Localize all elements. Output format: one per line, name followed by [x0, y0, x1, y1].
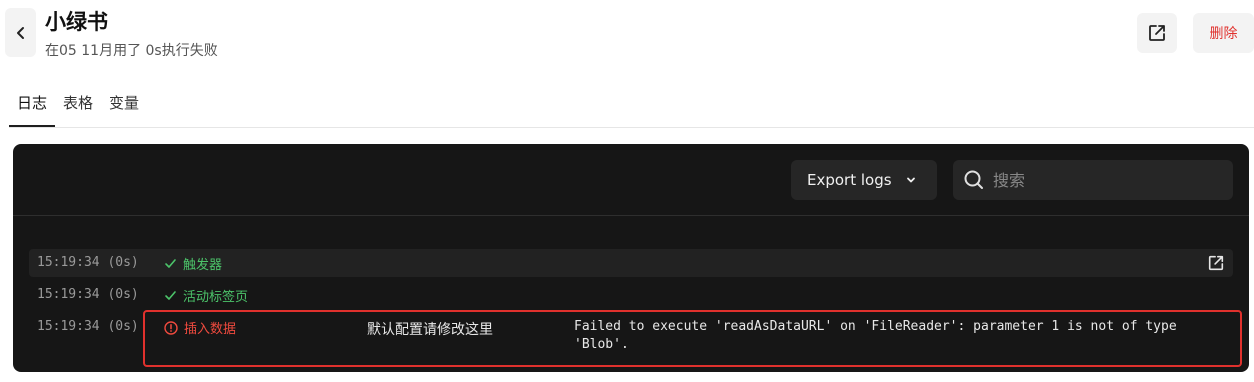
log-panel: Export logs 15:19:34 (0s) 触发器 15:19:34 (… [13, 144, 1249, 372]
log-row[interactable]: 15:19:34 (0s) 触发器 [29, 249, 1233, 277]
log-row[interactable]: 15:19:34 (0s) 活动标签页 [29, 281, 1233, 309]
log-status: 插入数据 [164, 318, 236, 337]
tabs-divider [9, 127, 1254, 128]
check-icon [164, 289, 177, 302]
open-external-button[interactable] [1137, 13, 1177, 53]
export-logs-button[interactable]: Export logs [791, 160, 937, 200]
log-step-name: 活动标签页 [183, 290, 249, 305]
search-input[interactable] [993, 170, 1213, 190]
log-row-error[interactable]: 15:19:34 (0s) 插入数据 默认配置请修改这里 Failed to e… [29, 310, 1242, 367]
log-step-name: 触发器 [183, 258, 223, 273]
delete-button[interactable]: 删除 [1193, 13, 1254, 53]
external-link-icon [1147, 23, 1167, 43]
tab-variables[interactable]: 变量 [101, 88, 147, 127]
tab-logs[interactable]: 日志 [9, 88, 56, 127]
log-status: 活动标签页 [164, 286, 248, 305]
export-logs-label: Export logs [807, 171, 892, 189]
external-link-icon[interactable] [1207, 254, 1225, 272]
tab-table[interactable]: 表格 [55, 88, 101, 127]
search-box [953, 160, 1233, 200]
error-message: Failed to execute 'readAsDataURL' on 'Fi… [574, 319, 1177, 352]
search-icon [963, 169, 985, 191]
log-time: 15:19:34 (0s) [37, 255, 139, 270]
page-title: 小绿书 [45, 10, 108, 34]
log-time: 15:19:34 (0s) [37, 287, 139, 302]
run-summary: 在05 11月用了 0s执行失败 [45, 43, 218, 59]
chevron-down-icon [906, 176, 916, 184]
log-step-name: 插入数据 [184, 322, 237, 337]
chevron-left-icon [15, 26, 27, 40]
check-icon [164, 257, 177, 270]
log-time: 15:19:34 (0s) [37, 319, 139, 334]
error-circle-icon [164, 320, 178, 335]
log-status: 触发器 [164, 254, 222, 273]
log-config-name: 默认配置请修改这里 [367, 322, 493, 338]
back-button[interactable] [5, 8, 36, 57]
tab-bar: 日志 表格 变量 [9, 88, 147, 128]
log-toolbar: Export logs [13, 144, 1249, 216]
